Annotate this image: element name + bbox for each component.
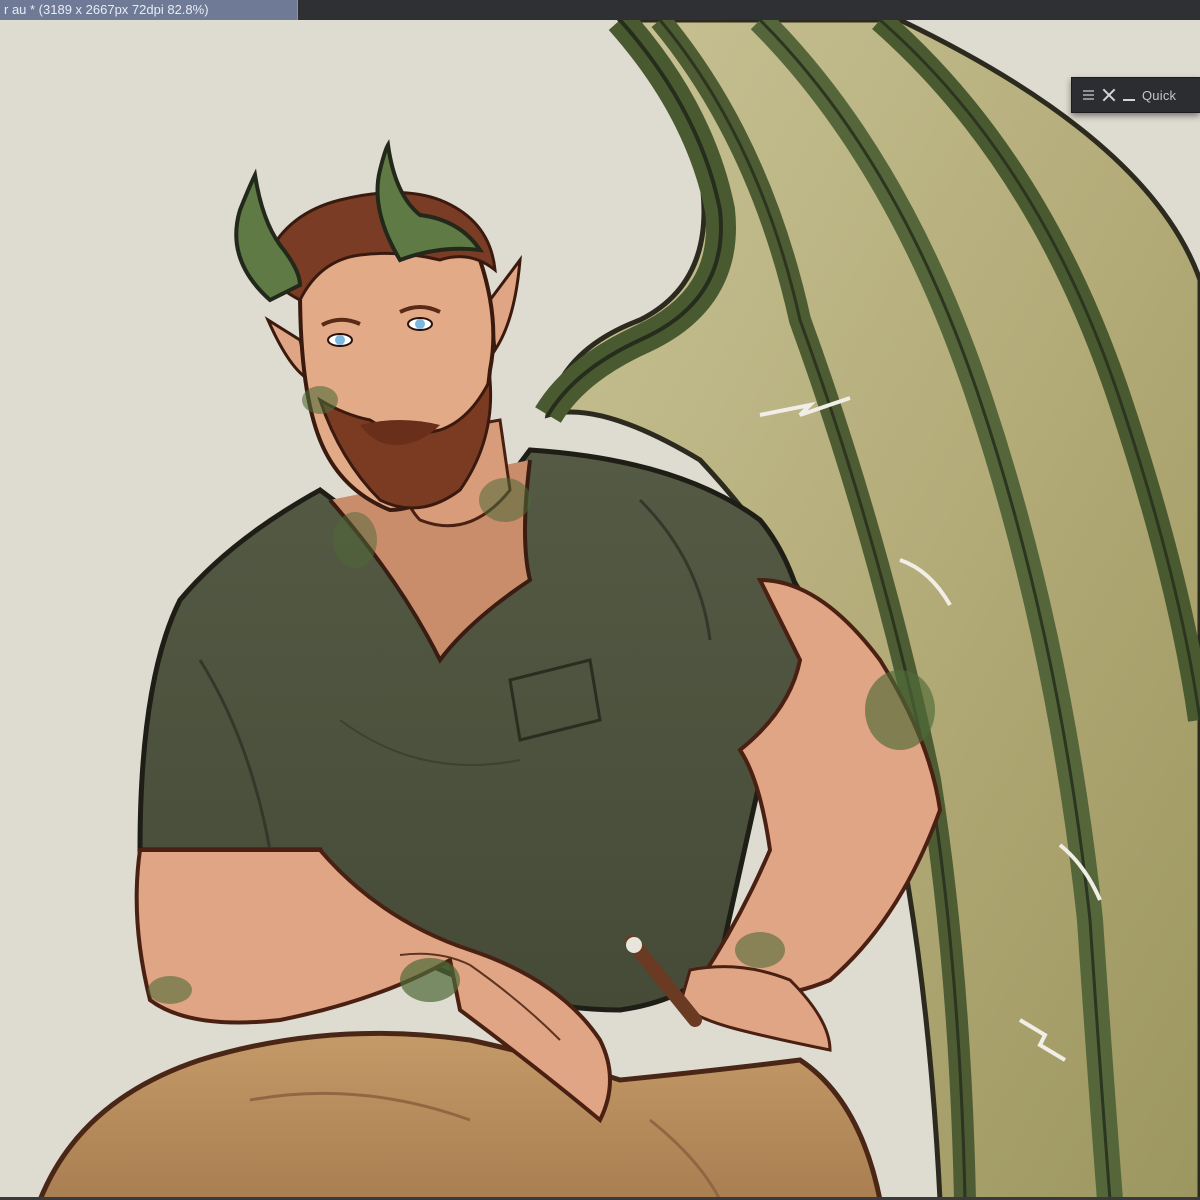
artwork (37, 20, 1200, 1200)
quick-palette[interactable]: Quick (1071, 77, 1200, 113)
document-tab[interactable]: r au * (3189 x 2667px 72dpi 82.8%) (0, 0, 298, 20)
head (234, 139, 531, 568)
app-title-bar: r au * (3189 x 2667px 72dpi 82.8%) (0, 0, 1200, 20)
pants (37, 1030, 883, 1200)
quick-palette-title: Quick (1142, 87, 1177, 103)
close-icon[interactable] (1102, 88, 1116, 102)
minimize-icon[interactable] (1122, 88, 1136, 102)
canvas[interactable] (0, 20, 1200, 1200)
menu-icon[interactable] (1082, 88, 1096, 102)
